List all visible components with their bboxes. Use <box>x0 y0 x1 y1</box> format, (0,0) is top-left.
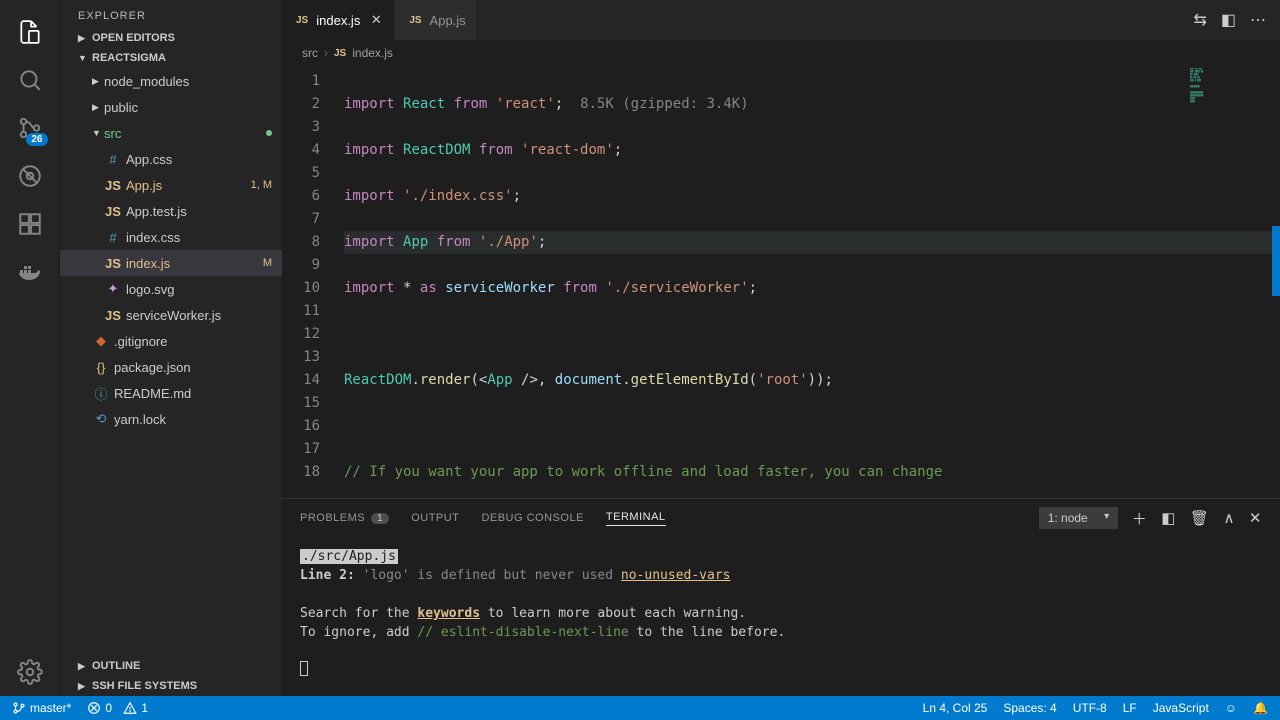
status-problems[interactable]: 0 1 <box>79 696 156 720</box>
open-editors-section[interactable]: ▶OPEN EDITORS <box>60 28 282 48</box>
js-icon: JS <box>296 15 308 26</box>
status-feedback-icon[interactable]: ☺ <box>1217 696 1245 720</box>
compare-icon[interactable]: ⇆ <box>1193 10 1206 30</box>
file-index-js[interactable]: JSindex.jsM <box>60 250 282 276</box>
status-notifications-icon[interactable]: 🔔 <box>1245 696 1276 720</box>
code-editor[interactable]: 123456789101112131415161718 import React… <box>282 66 1280 498</box>
modified-dot-icon <box>266 130 272 136</box>
panel-tabs: PROBLEMS1 OUTPUT DEBUG CONSOLE TERMINAL … <box>282 499 1280 537</box>
breadcrumb[interactable]: src› JSindex.js <box>282 40 1280 66</box>
tabbar-actions: ⇆ ◧ ⋯ <box>1179 0 1280 40</box>
scm-icon[interactable]: 26 <box>6 104 54 152</box>
js-icon: JS <box>104 308 122 323</box>
status-bar: master* 0 1 Ln 4, Col 25 Spaces: 4 UTF-8… <box>0 696 1280 720</box>
maximize-panel-icon[interactable]: ∧ <box>1223 509 1234 527</box>
kill-terminal-icon[interactable]: 🗑 <box>1190 509 1210 527</box>
split-terminal-icon[interactable]: ◧ <box>1161 509 1176 527</box>
chevron-right-icon: ▶ <box>78 33 88 44</box>
more-icon[interactable]: ⋯ <box>1250 10 1266 30</box>
file-package-json[interactable]: {}package.json <box>60 354 282 380</box>
extensions-icon[interactable] <box>6 200 54 248</box>
close-panel-icon[interactable]: ✕ <box>1249 509 1262 527</box>
bottom-panel: PROBLEMS1 OUTPUT DEBUG CONSOLE TERMINAL … <box>282 498 1280 696</box>
chevron-down-icon: ▼ <box>78 53 88 63</box>
tab-app-js[interactable]: JSApp.js <box>395 0 476 40</box>
json-icon: {} <box>92 360 110 375</box>
file-app-test[interactable]: JSApp.test.js <box>60 198 282 224</box>
tab-index-js[interactable]: JSindex.js✕ <box>282 0 395 40</box>
chevron-down-icon: ▼ <box>92 128 104 138</box>
file-yarn-lock[interactable]: ⟲yarn.lock <box>60 406 282 432</box>
explorer-icon[interactable] <box>6 8 54 56</box>
js-icon: JS <box>104 256 122 271</box>
chevron-right-icon: ▶ <box>78 681 88 692</box>
status-language[interactable]: JavaScript <box>1145 696 1217 720</box>
chevron-right-icon: ▶ <box>92 76 104 87</box>
status-cursor-pos[interactable]: Ln 4, Col 25 <box>915 696 996 720</box>
settings-gear-icon[interactable] <box>6 648 54 696</box>
explorer-sidebar: EXPLORER ▶OPEN EDITORS ▼REACTSIGMA ▶node… <box>60 0 282 696</box>
file-readme[interactable]: ⓘREADME.md <box>60 380 282 406</box>
tabbar: JSindex.js✕ JSApp.js ⇆ ◧ ⋯ <box>282 0 1280 40</box>
outline-section[interactable]: ▶OUTLINE <box>60 656 282 676</box>
minimap[interactable]: ███ ██ ██████ ████ ████ ██████ ██ █████ … <box>1190 68 1260 128</box>
project-section[interactable]: ▼REACTSIGMA <box>60 48 282 68</box>
editor-area: JSindex.js✕ JSApp.js ⇆ ◧ ⋯ src› JSindex.… <box>282 0 1280 696</box>
status-branch[interactable]: master* <box>4 696 79 720</box>
folder-node-modules[interactable]: ▶node_modules <box>60 68 282 94</box>
scm-badge: 26 <box>26 133 47 146</box>
status-encoding[interactable]: UTF-8 <box>1065 696 1115 720</box>
file-logo-svg[interactable]: ✦logo.svg <box>60 276 282 302</box>
hash-icon: # <box>104 152 122 167</box>
file-index-css[interactable]: #index.css <box>60 224 282 250</box>
status-indent[interactable]: Spaces: 4 <box>995 696 1064 720</box>
svg-icon: ✦ <box>104 281 122 297</box>
file-gitignore[interactable]: ◆.gitignore <box>60 328 282 354</box>
file-service-worker[interactable]: JSserviceWorker.js <box>60 302 282 328</box>
hash-icon: # <box>104 230 122 245</box>
js-icon: JS <box>334 48 346 59</box>
search-icon[interactable] <box>6 56 54 104</box>
js-icon: JS <box>104 178 122 193</box>
new-terminal-icon[interactable]: ＋ <box>1132 508 1148 529</box>
terminal[interactable]: ./src/App.js Line 2: 'logo' is defined b… <box>282 537 1280 696</box>
split-editor-icon[interactable]: ◧ <box>1221 10 1236 30</box>
folder-src[interactable]: ▼src <box>60 120 282 146</box>
chevron-right-icon: ▶ <box>92 102 104 113</box>
panel-tab-debug[interactable]: DEBUG CONSOLE <box>481 512 583 524</box>
js-icon: JS <box>104 204 122 219</box>
terminal-cursor <box>300 661 308 676</box>
debug-icon[interactable] <box>6 152 54 200</box>
chevron-right-icon: ▶ <box>78 661 88 672</box>
js-icon: JS <box>409 15 421 26</box>
file-tree: ▶node_modules ▶public ▼src #App.css JSAp… <box>60 68 282 656</box>
file-app-js[interactable]: JSApp.js1, M <box>60 172 282 198</box>
chevron-right-icon: › <box>324 46 328 60</box>
folder-public[interactable]: ▶public <box>60 94 282 120</box>
info-icon: ⓘ <box>92 384 110 403</box>
status-eol[interactable]: LF <box>1115 696 1145 720</box>
close-icon[interactable]: ✕ <box>368 12 384 28</box>
file-app-css[interactable]: #App.css <box>60 146 282 172</box>
panel-tab-problems[interactable]: PROBLEMS1 <box>300 512 389 524</box>
terminal-selector[interactable]: 1: node <box>1039 507 1118 529</box>
activity-bar: 26 <box>0 0 60 696</box>
panel-tab-terminal[interactable]: TERMINAL <box>606 511 666 526</box>
docker-icon[interactable] <box>6 248 54 296</box>
sidebar-title: EXPLORER <box>60 0 282 28</box>
code-content[interactable]: import React from 'react'; 8.5K (gzipped… <box>332 66 1280 498</box>
gutter: 123456789101112131415161718 <box>282 66 332 498</box>
panel-tab-output[interactable]: OUTPUT <box>411 512 459 524</box>
ssh-section[interactable]: ▶SSH FILE SYSTEMS <box>60 676 282 696</box>
git-icon: ◆ <box>92 333 110 349</box>
overview-ruler[interactable] <box>1272 226 1280 296</box>
yarn-icon: ⟲ <box>92 411 110 427</box>
